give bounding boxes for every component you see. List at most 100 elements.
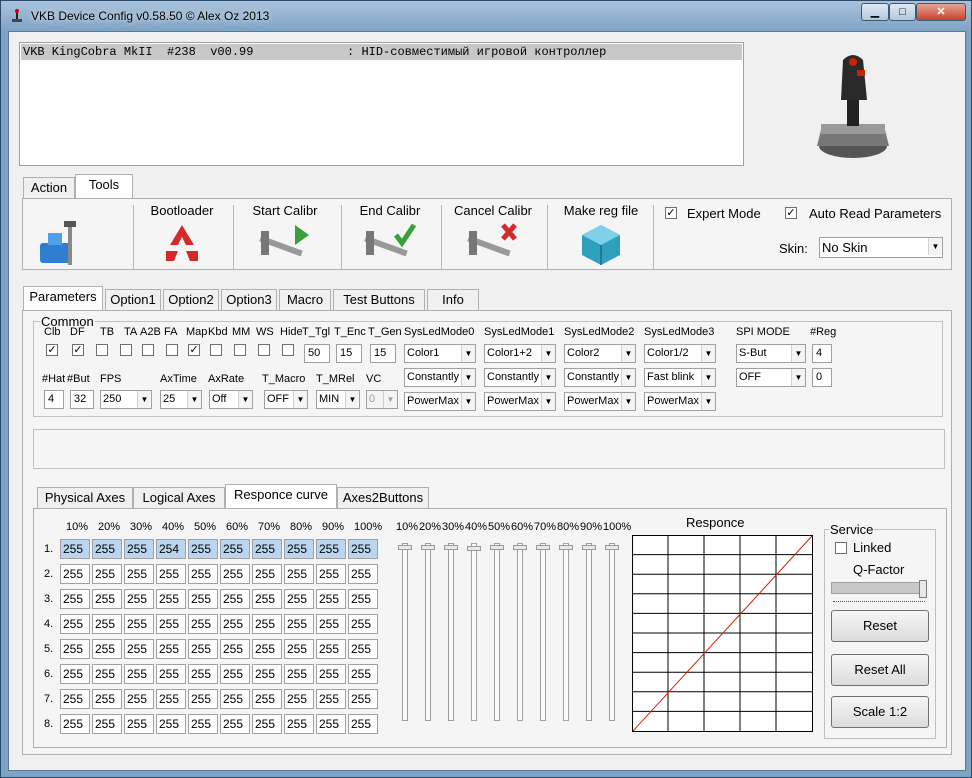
sysled-mode-3-select-1[interactable]: Color1/2 ▼ [644, 344, 716, 363]
t-enc-field[interactable]: 15 [336, 344, 362, 363]
check-ws-checkbox[interactable] [258, 344, 270, 356]
curve-cell[interactable]: 255 [60, 614, 90, 634]
check-ta-checkbox[interactable] [120, 344, 132, 356]
cancel-calibr-button[interactable]: Cancel Calibr [443, 203, 543, 269]
curve-slider-track[interactable] [540, 543, 546, 721]
vc-select[interactable]: 0 ▼ [366, 390, 398, 409]
curve-cell[interactable]: 255 [124, 564, 154, 584]
spi-mode-select-2[interactable]: OFF ▼ [736, 368, 806, 387]
tmacro-select[interactable]: OFF ▼ [264, 390, 308, 409]
curve-cell[interactable]: 255 [124, 664, 154, 684]
curve-cell[interactable]: 255 [284, 589, 314, 609]
end-calibr-button[interactable]: End Calibr [345, 203, 435, 269]
curve-slider-track[interactable] [494, 543, 500, 721]
hat-field[interactable]: 4 [44, 390, 64, 409]
device-list[interactable]: VKB KingCobra MkII #238 v00.99 : HID-сов… [19, 42, 744, 166]
curve-cell[interactable]: 255 [284, 614, 314, 634]
curve-cell[interactable]: 255 [92, 639, 122, 659]
curve-cell[interactable]: 255 [252, 614, 282, 634]
sysled-mode-1-select-1[interactable]: Color1+2 ▼ [484, 344, 556, 363]
curve-cell[interactable]: 255 [348, 614, 378, 634]
curve-cell[interactable]: 255 [220, 539, 250, 559]
curve-cell[interactable]: 255 [92, 714, 122, 734]
linked-checkbox[interactable] [835, 542, 847, 554]
curve-cell[interactable]: 255 [124, 539, 154, 559]
curve-slider-handle[interactable] [467, 545, 481, 551]
curve-slider-track[interactable] [425, 543, 431, 721]
reg-field-1[interactable]: 4 [812, 344, 832, 363]
curve-cell[interactable]: 255 [124, 589, 154, 609]
curve-cell[interactable]: 255 [188, 689, 218, 709]
curve-cell[interactable]: 255 [348, 689, 378, 709]
curve-cell[interactable]: 255 [252, 564, 282, 584]
curve-cell[interactable]: 255 [156, 614, 186, 634]
curve-cell[interactable]: 255 [284, 664, 314, 684]
curve-cell[interactable]: 255 [316, 714, 346, 734]
curve-cell[interactable]: 255 [252, 664, 282, 684]
qfactor-slider[interactable] [831, 582, 927, 594]
curve-cell[interactable]: 255 [220, 614, 250, 634]
curve-cell[interactable]: 255 [316, 564, 346, 584]
curve-cell[interactable]: 255 [92, 664, 122, 684]
tab-macro[interactable]: Macro [279, 289, 331, 311]
curve-cell[interactable]: 255 [348, 564, 378, 584]
curve-cell[interactable]: 255 [188, 639, 218, 659]
curve-cell[interactable]: 255 [156, 689, 186, 709]
curve-cell[interactable]: 255 [124, 689, 154, 709]
curve-cell[interactable]: 255 [188, 539, 218, 559]
make-reg-file-button[interactable]: Make reg file [551, 203, 651, 269]
but-field[interactable]: 32 [70, 390, 94, 409]
start-calibr-button[interactable]: Start Calibr [237, 203, 333, 269]
curve-cell[interactable]: 255 [60, 714, 90, 734]
sysled-mode-0-select-3[interactable]: PowerMax ▼ [404, 392, 476, 411]
curve-slider-track[interactable] [517, 543, 523, 721]
tab-axes2buttons[interactable]: Axes2Buttons [337, 487, 429, 509]
curve-cell[interactable]: 255 [220, 589, 250, 609]
curve-cell[interactable]: 255 [284, 714, 314, 734]
curve-slider-track[interactable] [448, 543, 454, 721]
curve-cell[interactable]: 255 [252, 589, 282, 609]
curve-cell[interactable]: 255 [220, 639, 250, 659]
curve-cell[interactable]: 255 [92, 614, 122, 634]
curve-cell[interactable]: 255 [60, 664, 90, 684]
scale-button[interactable]: Scale 1:2 [831, 696, 929, 728]
curve-slider-handle[interactable] [582, 545, 596, 550]
tab-parameters[interactable]: Parameters [23, 286, 103, 311]
curve-cell[interactable]: 255 [316, 639, 346, 659]
t-tgl-field[interactable]: 50 [304, 344, 330, 363]
curve-slider-handle[interactable] [490, 545, 504, 550]
curve-cell[interactable]: 255 [220, 714, 250, 734]
curve-cell[interactable]: 255 [252, 714, 282, 734]
device-list-item[interactable]: VKB KingCobra MkII #238 v00.99 : HID-сов… [21, 44, 742, 60]
reset-all-button[interactable]: Reset All [831, 654, 929, 686]
spi-mode-select-1[interactable]: S-But ▼ [736, 344, 806, 363]
curve-slider-handle[interactable] [605, 545, 619, 550]
curve-cell[interactable]: 255 [284, 539, 314, 559]
curve-cell[interactable]: 255 [156, 564, 186, 584]
check-fa-checkbox[interactable] [166, 344, 178, 356]
sysled-mode-3-select-3[interactable]: PowerMax ▼ [644, 392, 716, 411]
tab-option1[interactable]: Option1 [105, 289, 161, 311]
curve-cell[interactable]: 255 [220, 664, 250, 684]
check-clb-checkbox[interactable]: ✓ [46, 344, 58, 356]
curve-cell[interactable]: 255 [316, 539, 346, 559]
curve-cell[interactable]: 255 [60, 689, 90, 709]
curve-cell[interactable]: 255 [316, 664, 346, 684]
curve-cell[interactable]: 255 [348, 539, 378, 559]
curve-slider-track[interactable] [586, 543, 592, 721]
curve-cell[interactable]: 255 [124, 614, 154, 634]
curve-cell[interactable]: 255 [252, 539, 282, 559]
tab-action[interactable]: Action [23, 177, 75, 199]
tab-option3[interactable]: Option3 [221, 289, 277, 311]
curve-slider-handle[interactable] [559, 545, 573, 550]
curve-cell[interactable]: 255 [124, 639, 154, 659]
curve-cell[interactable]: 255 [156, 664, 186, 684]
reg-field-2[interactable]: 0 [812, 368, 832, 387]
curve-cell[interactable]: 255 [348, 589, 378, 609]
reset-button[interactable]: Reset [831, 610, 929, 642]
expert-mode-checkbox[interactable]: ✓ [665, 207, 677, 219]
check-map-checkbox[interactable]: ✓ [188, 344, 200, 356]
sysled-mode-0-select-2[interactable]: Constantly ▼ [404, 368, 476, 387]
curve-cell[interactable]: 255 [92, 689, 122, 709]
curve-cell[interactable]: 255 [60, 539, 90, 559]
